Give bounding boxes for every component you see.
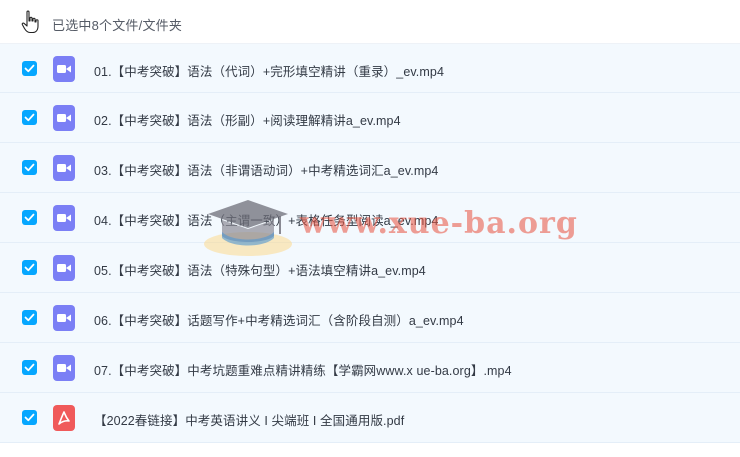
video-file-icon (53, 56, 75, 82)
hand-cursor-icon (21, 10, 39, 34)
row-checkbox[interactable] (22, 260, 37, 275)
row-checkbox[interactable] (22, 110, 37, 125)
row-checkbox[interactable] (22, 160, 37, 175)
row-checkbox[interactable] (22, 210, 37, 225)
file-row[interactable]: 01.【中考突破】语法（代词）+完形填空精讲（重录）_ev.mp4 (0, 44, 740, 93)
file-row[interactable]: 03.【中考突破】语法（非谓语动词）+中考精选词汇a_ev.mp4 (0, 143, 740, 193)
selection-count-text: 已选中8个文件/文件夹 (52, 18, 183, 33)
file-name[interactable]: 06.【中考突破】话题写作+中考精选词汇（含阶段自测）a_ev.mp4 (94, 310, 464, 329)
file-row[interactable]: 04.【中考突破】语法（主谓一致）+表格任务型阅读a_ev.mp4 (0, 193, 740, 243)
video-file-icon (53, 155, 75, 181)
file-list: 01.【中考突破】语法（代词）+完形填空精讲（重录）_ev.mp4 02.【中考突… (0, 44, 740, 443)
file-row[interactable]: 06.【中考突破】话题写作+中考精选词汇（含阶段自测）a_ev.mp4 (0, 293, 740, 343)
video-file-icon (53, 355, 75, 381)
file-row[interactable]: 【2022春链接】中考英语讲义 I 尖端班 I 全国通用版.pdf (0, 393, 740, 443)
file-name[interactable]: 01.【中考突破】语法（代词）+完形填空精讲（重录）_ev.mp4 (94, 61, 444, 80)
file-name[interactable]: 05.【中考突破】语法（特殊句型）+语法填空精讲a_ev.mp4 (94, 260, 426, 279)
pdf-file-icon (53, 405, 75, 431)
row-checkbox[interactable] (22, 360, 37, 375)
file-row[interactable]: 05.【中考突破】语法（特殊句型）+语法填空精讲a_ev.mp4 (0, 243, 740, 293)
video-file-icon (53, 205, 75, 231)
row-checkbox[interactable] (22, 61, 37, 76)
file-name[interactable]: 07.【中考突破】中考坑题重难点精讲精练【学霸网www.x ue-ba.org】… (94, 360, 512, 379)
row-checkbox[interactable] (22, 310, 37, 325)
row-checkbox[interactable] (22, 410, 37, 425)
file-name[interactable]: 02.【中考突破】语法（形副）+阅读理解精讲a_ev.mp4 (94, 110, 401, 129)
selection-header: 已选中8个文件/文件夹 (0, 0, 740, 44)
file-row[interactable]: 07.【中考突破】中考坑题重难点精讲精练【学霸网www.x ue-ba.org】… (0, 343, 740, 393)
video-file-icon (53, 255, 75, 281)
file-row[interactable]: 02.【中考突破】语法（形副）+阅读理解精讲a_ev.mp4 (0, 93, 740, 143)
file-name[interactable]: 03.【中考突破】语法（非谓语动词）+中考精选词汇a_ev.mp4 (94, 160, 438, 179)
video-file-icon (53, 105, 75, 131)
file-name[interactable]: 04.【中考突破】语法（主谓一致）+表格任务型阅读a_ev.mp4 (94, 210, 438, 229)
file-name[interactable]: 【2022春链接】中考英语讲义 I 尖端班 I 全国通用版.pdf (94, 410, 404, 429)
video-file-icon (53, 305, 75, 331)
